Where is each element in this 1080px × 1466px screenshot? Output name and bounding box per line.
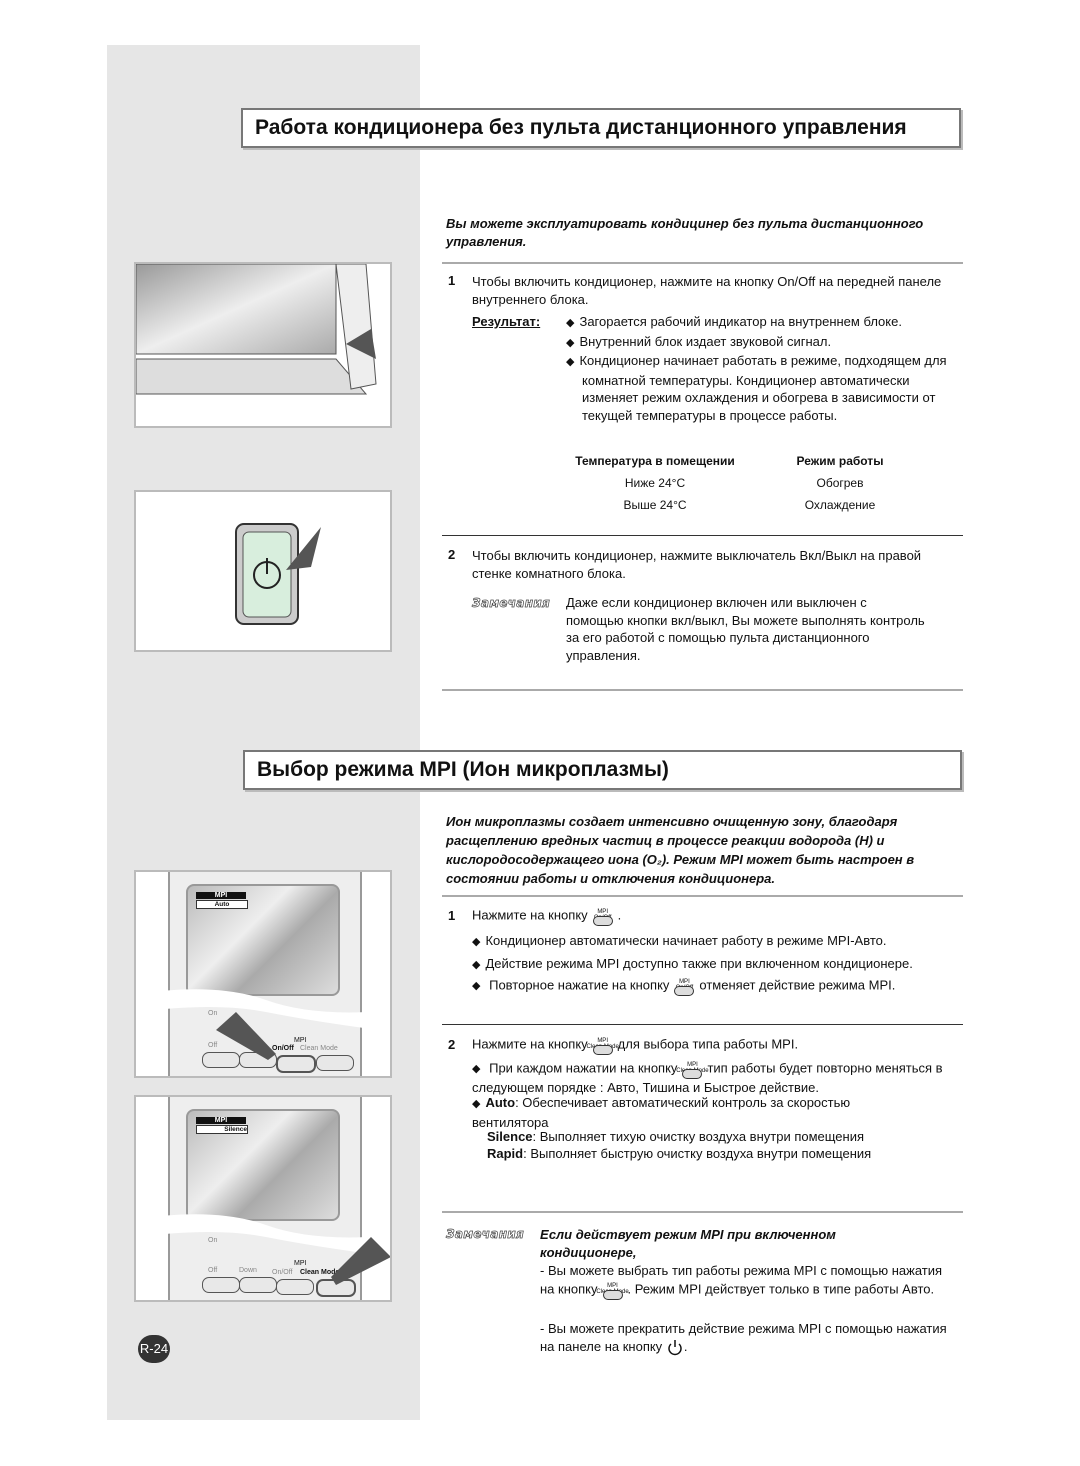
section-title-mpi: Выбор режима MPI (Ион микроплазмы): [243, 750, 962, 790]
note-title: Если действует режим MPI при включенном …: [540, 1227, 836, 1260]
power-switch-illustration: [134, 490, 392, 652]
step1-text: Чтобы включить кондиционер, нажмите на к…: [472, 274, 942, 307]
step-number: 1: [448, 273, 456, 288]
mpi-clean-mode-button: [316, 1055, 354, 1071]
page-number: R-24: [138, 1335, 170, 1363]
mpi-bullet: Действие режима MPI доступно также при в…: [472, 955, 912, 975]
text: Нажмите на кнопку: [472, 907, 588, 923]
mpi-bullet: Кондиционер автоматически начинает работ…: [472, 932, 886, 952]
mode-indicator: Auto: [196, 900, 248, 909]
result-item: Кондиционер начинает работать в режиме, …: [566, 352, 951, 424]
mpi-indicator: MPI: [196, 1117, 246, 1124]
mpi-clean-mode-button-icon: MPIClean Mode: [596, 1280, 629, 1300]
step-number: 2: [448, 1037, 456, 1052]
section2-intro: Ион микроплазмы создает интенсивно очище…: [446, 814, 915, 886]
table-cell: Выше 24°C: [623, 498, 687, 512]
step-number: 1: [448, 908, 456, 923]
mode-silence: Silence: Выполняет тихую очистку воздуха…: [487, 1129, 865, 1144]
result-list: Загорается рабочий индикатор на внутренн…: [566, 313, 951, 424]
divider: [442, 895, 963, 897]
section-title-no-remote: Работа кондиционера без пульта дистанцио…: [241, 108, 961, 148]
result-item: Загорается рабочий индикатор на внутренн…: [566, 313, 951, 333]
note-label: Замечания: [446, 1227, 525, 1242]
mode-auto: Auto: Обеспечивает автоматический контро…: [472, 1094, 902, 1131]
remote-illustration-silence: MPI Silence On Off Down MPI On/Off Clean …: [134, 1095, 392, 1302]
table-cell: Охлаждение: [804, 498, 876, 512]
mpi-onoff-button-icon: MPIOn/Off: [590, 906, 616, 926]
power-switch-drawing: [235, 523, 321, 625]
manual-page: Работа кондиционера без пульта дистанцио…: [0, 0, 1080, 1466]
mpi-onoff-button: [276, 1279, 314, 1295]
note-item: - Вы можете прекратить действие режима M…: [540, 1320, 960, 1356]
note-item: - Вы можете выбрать тип работы режима MP…: [540, 1262, 960, 1300]
remote-illustration-auto: MPI Auto On Off MPI On/Off Clean Mode: [134, 870, 392, 1078]
step2-text: Чтобы включить кондиционер, нажмите выкл…: [472, 548, 922, 581]
indoor-unit-illustration: [134, 262, 392, 428]
divider: [442, 1211, 963, 1213]
result-item: Внутренний блок издает звуковой сигнал.: [566, 333, 951, 353]
note-text: Даже если кондиционер включен или выключ…: [566, 595, 925, 663]
divider: [442, 1024, 963, 1025]
result-label: Результат:: [472, 314, 541, 329]
step-number: 2: [448, 547, 456, 562]
section1-intro: Вы можете эксплуатировать кондицинер без…: [446, 216, 924, 249]
off-button: [202, 1277, 240, 1293]
mode-rapid: Rapid: Выполняет быструю очистку воздуха…: [487, 1146, 872, 1161]
indoor-unit-drawing: [136, 264, 377, 395]
table-row: Ниже 24°C Обогрев: [560, 472, 930, 494]
table-cell: Обогрев: [816, 476, 864, 490]
table-header: Режим работы: [796, 454, 884, 468]
mpi-indicator: MPI: [196, 892, 246, 899]
divider: [442, 689, 963, 691]
table-row: Выше 24°C Охлаждение: [560, 494, 930, 516]
power-icon: [668, 1340, 682, 1356]
divider: [442, 262, 963, 264]
mode-indicator: Silence: [196, 1125, 248, 1134]
mpi-clean-mode-button-icon: MPIClean Mode: [676, 1059, 709, 1079]
down-button: [239, 1277, 277, 1293]
mpi-onoff-button-icon: MPIOn/Off: [671, 976, 697, 996]
mpi-step2-text: Нажмите на кнопкуMPIClean Modeдля выбора…: [472, 1035, 798, 1055]
note-label: Замечания: [472, 596, 551, 611]
divider: [442, 535, 963, 536]
mpi-bullet: Повторное нажатие на кнопкуMPIOn/Offотме…: [472, 976, 895, 996]
table-cell: Ниже 24°C: [624, 476, 686, 490]
mpi-bullet: При каждом нажатии на кнопкуMPIClean Mod…: [472, 1059, 962, 1097]
mpi-clean-mode-button-icon: MPIClean Mode: [586, 1035, 619, 1055]
mpi-step1-text: Нажмите на кнопкуMPIOn/Off.: [472, 906, 621, 926]
temperature-mode-table: Температура в помещении Режим работы Ниже…: [560, 450, 930, 516]
table-header: Температура в помещении: [575, 454, 735, 468]
